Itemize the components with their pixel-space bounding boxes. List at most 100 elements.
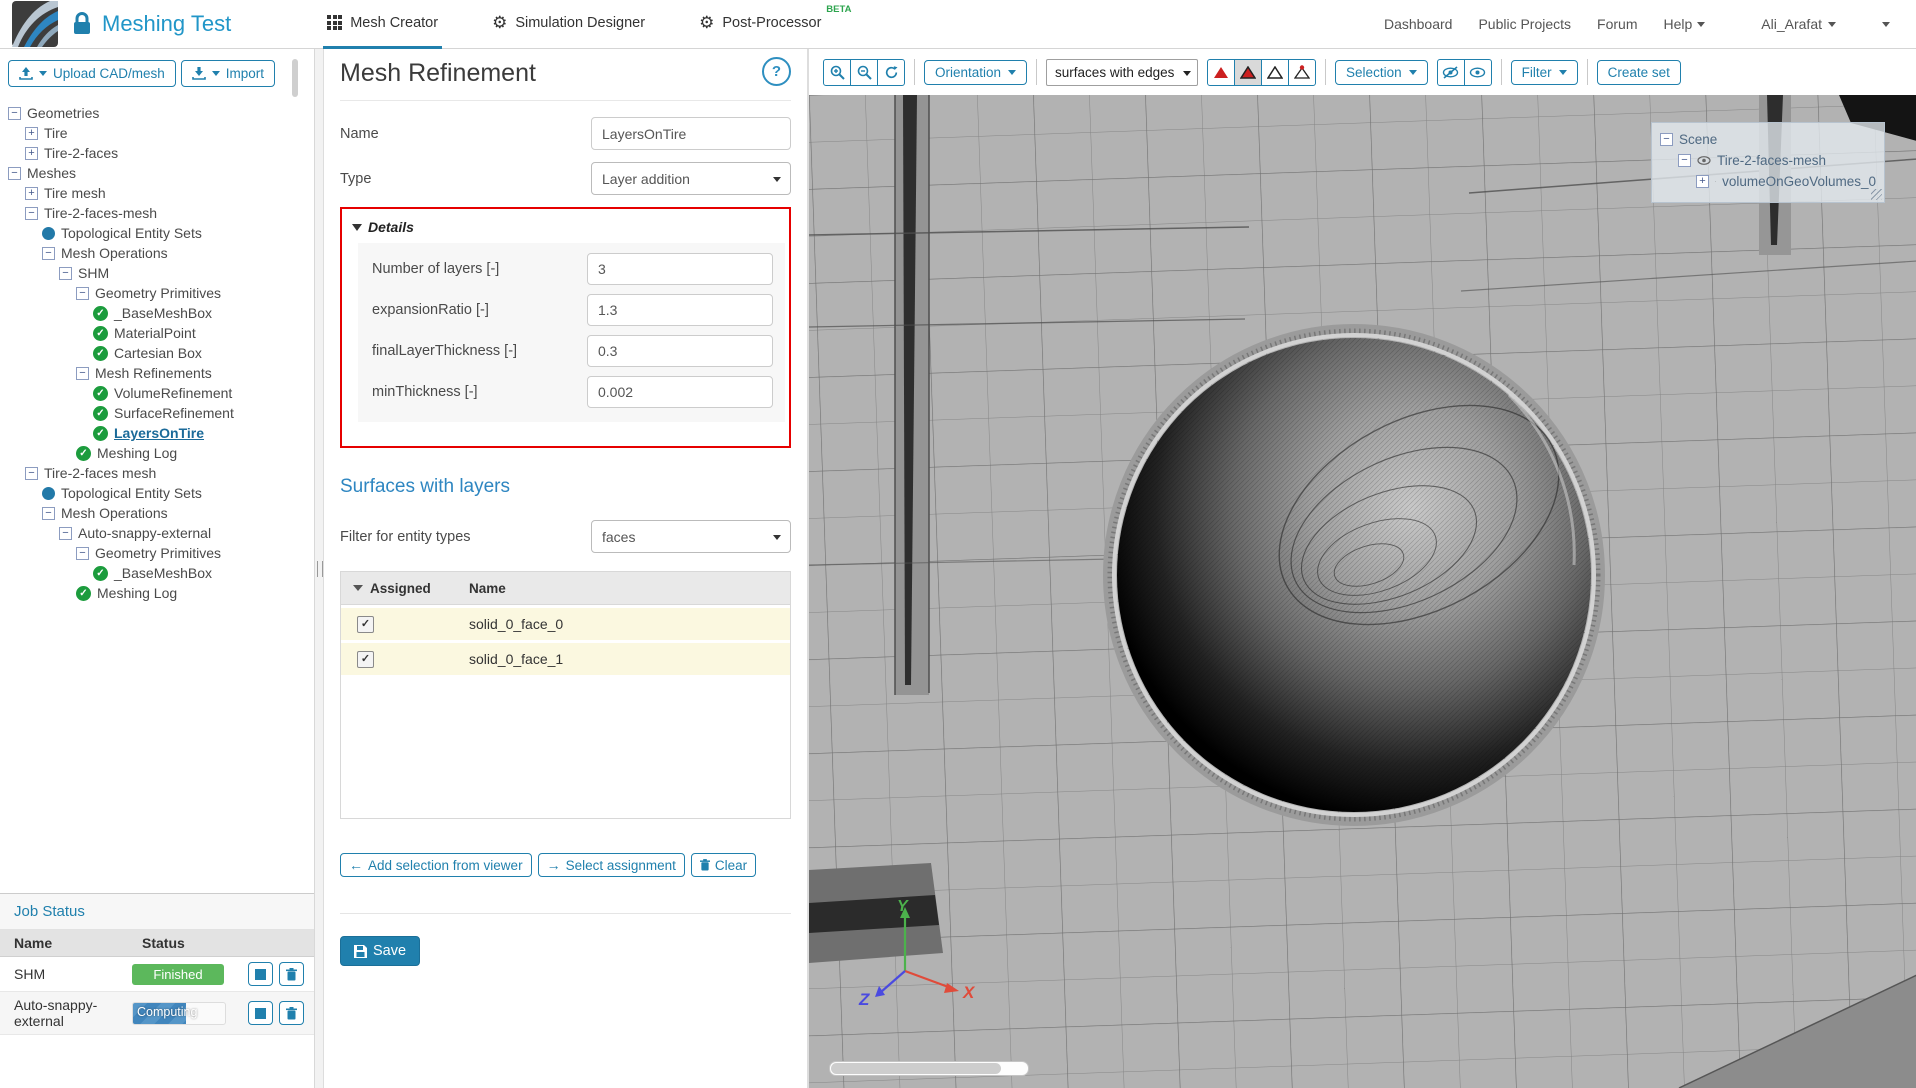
tree-item-tire-mesh[interactable]: Tire mesh: [0, 183, 314, 203]
delete-job-button[interactable]: [279, 962, 304, 986]
viewport-3d[interactable]: Scene Tire-2-faces-mesh volumeOnGeoVolum…: [809, 95, 1916, 1088]
entity-type-filter-select[interactable]: faces: [591, 520, 791, 553]
tree-item-mesh-operations[interactable]: Mesh Operations: [0, 243, 314, 263]
create-set-button[interactable]: Create set: [1597, 60, 1681, 85]
tree-item-geometry-primitives[interactable]: Geometry Primitives: [0, 283, 314, 303]
tree-item-topological-entity-sets-2[interactable]: Topological Entity Sets: [0, 483, 314, 503]
window-menu-chevron-icon[interactable]: [1882, 22, 1890, 27]
number-of-layers-input[interactable]: [587, 253, 773, 285]
selection-dropdown[interactable]: Selection: [1335, 60, 1428, 85]
details-header[interactable]: Details: [352, 219, 785, 235]
save-button[interactable]: Save: [340, 936, 420, 966]
assigned-column-header[interactable]: Assigned: [370, 581, 431, 596]
tree-item-cartesian-box[interactable]: Cartesian Box: [0, 343, 314, 363]
scrollbar-thumb[interactable]: [831, 1063, 1001, 1074]
sidebar-scrollbar-thumb[interactable]: [292, 59, 298, 97]
tree-item-volumerefinement[interactable]: VolumeRefinement: [0, 383, 314, 403]
tree-item-materialpoint[interactable]: MaterialPoint: [0, 323, 314, 343]
tab-post-processor[interactable]: ⚙ Post-Processor BETA: [695, 0, 825, 49]
panel-resize-strip[interactable]: [315, 49, 324, 1088]
name-column-header[interactable]: Name: [469, 581, 506, 596]
stop-job-button[interactable]: [248, 962, 273, 986]
tree-item-tire-2-faces-mesh[interactable]: Tire-2-faces-mesh: [0, 203, 314, 223]
min-thickness-input[interactable]: [587, 376, 773, 408]
collapse-icon[interactable]: [42, 247, 55, 260]
show-selection-button[interactable]: [1464, 59, 1492, 86]
scene-item-volumeongeovolumes-0[interactable]: volumeOnGeoVolumes_0: [1660, 171, 1876, 192]
quality-triangle-dot-button[interactable]: [1288, 59, 1316, 86]
zoom-out-button[interactable]: [850, 59, 878, 86]
nav-public-projects[interactable]: Public Projects: [1478, 16, 1571, 32]
tree-item-basemeshbox-2[interactable]: _BaseMeshBox: [0, 563, 314, 583]
collapse-icon[interactable]: [1660, 133, 1673, 146]
visibility-eye-icon[interactable]: [1697, 156, 1711, 165]
expand-icon[interactable]: [1696, 175, 1709, 188]
nav-forum[interactable]: Forum: [1597, 16, 1637, 32]
tree-item-geometries[interactable]: Geometries: [0, 103, 314, 123]
nav-dashboard[interactable]: Dashboard: [1384, 16, 1453, 32]
delete-job-button[interactable]: [279, 1001, 304, 1025]
collapse-icon[interactable]: [25, 207, 38, 220]
visibility-eye-icon[interactable]: [1715, 177, 1716, 186]
tree-item-auto-snappy-external[interactable]: Auto-snappy-external: [0, 523, 314, 543]
tree-item-surfacerefinement[interactable]: SurfaceRefinement: [0, 403, 314, 423]
scene-root-item[interactable]: Scene: [1660, 129, 1876, 150]
expand-icon[interactable]: [25, 187, 38, 200]
tree-item-basemeshbox[interactable]: _BaseMeshBox: [0, 303, 314, 323]
tree-item-meshes[interactable]: Meshes: [0, 163, 314, 183]
expansion-ratio-input[interactable]: [587, 294, 773, 326]
tree-item-tire-2-faces-mesh-2[interactable]: Tire-2-faces mesh: [0, 463, 314, 483]
scene-item-tire-2-faces-mesh[interactable]: Tire-2-faces-mesh: [1660, 150, 1876, 171]
upload-cad-mesh-button[interactable]: Upload CAD/mesh: [8, 60, 176, 87]
viewer-horizontal-scrollbar[interactable]: [829, 1061, 1029, 1076]
sort-descending-icon[interactable]: [353, 585, 363, 591]
table-row-solid-0-face-1[interactable]: solid_0_face_1: [341, 643, 790, 675]
help-button[interactable]: ?: [762, 57, 791, 86]
type-select[interactable]: Layer addition: [591, 162, 791, 195]
hide-selection-button[interactable]: [1437, 59, 1465, 86]
overlay-resize-handle[interactable]: [1871, 189, 1882, 200]
quality-triangle-solid-button[interactable]: [1207, 59, 1235, 86]
tree-item-meshing-log[interactable]: Meshing Log: [0, 443, 314, 463]
quality-triangle-outlined-red-button[interactable]: [1234, 59, 1262, 86]
collapse-icon[interactable]: [76, 547, 89, 560]
select-assignment-button[interactable]: → Select assignment: [538, 853, 685, 877]
collapse-icon[interactable]: [25, 467, 38, 480]
import-button[interactable]: Import: [181, 60, 275, 87]
assigned-checkbox[interactable]: [357, 651, 374, 668]
tree-item-tire-2-faces[interactable]: Tire-2-faces: [0, 143, 314, 163]
tree-item-mesh-operations-2[interactable]: Mesh Operations: [0, 503, 314, 523]
nav-help-menu[interactable]: Help: [1664, 16, 1706, 32]
collapse-icon[interactable]: [8, 107, 21, 120]
zoom-in-button[interactable]: [823, 59, 851, 86]
collapse-icon[interactable]: [42, 507, 55, 520]
tree-item-layersontire-selected[interactable]: LayersOnTire: [0, 423, 314, 443]
collapse-icon[interactable]: [59, 267, 72, 280]
tree-item-mesh-refinements[interactable]: Mesh Refinements: [0, 363, 314, 383]
tab-mesh-creator[interactable]: Mesh Creator: [323, 0, 442, 49]
add-selection-from-viewer-button[interactable]: ← Add selection from viewer: [340, 853, 532, 877]
render-mode-select[interactable]: surfaces with edges: [1046, 59, 1198, 86]
collapse-icon[interactable]: [8, 167, 21, 180]
tree-item-shm[interactable]: SHM: [0, 263, 314, 283]
reset-view-button[interactable]: [877, 59, 905, 86]
tree-item-tire[interactable]: Tire: [0, 123, 314, 143]
final-layer-thickness-input[interactable]: [587, 335, 773, 367]
assigned-checkbox[interactable]: [357, 616, 374, 633]
tab-simulation-designer[interactable]: ⚙ Simulation Designer: [488, 0, 649, 49]
collapse-icon[interactable]: [59, 527, 72, 540]
collapse-icon[interactable]: [1678, 154, 1691, 167]
stop-job-button[interactable]: [248, 1001, 273, 1025]
expand-icon[interactable]: [25, 147, 38, 160]
clear-button[interactable]: Clear: [691, 853, 756, 877]
tree-item-topological-entity-sets[interactable]: Topological Entity Sets: [0, 223, 314, 243]
tree-item-geometry-primitives-2[interactable]: Geometry Primitives: [0, 543, 314, 563]
collapse-icon[interactable]: [76, 287, 89, 300]
expand-icon[interactable]: [25, 127, 38, 140]
quality-triangle-outline-button[interactable]: [1261, 59, 1289, 86]
table-row-solid-0-face-0[interactable]: solid_0_face_0: [341, 608, 790, 640]
collapse-icon[interactable]: [76, 367, 89, 380]
orientation-dropdown[interactable]: Orientation: [924, 60, 1027, 85]
user-menu[interactable]: Ali_Arafat: [1761, 16, 1836, 32]
tree-item-meshing-log-2[interactable]: Meshing Log: [0, 583, 314, 603]
